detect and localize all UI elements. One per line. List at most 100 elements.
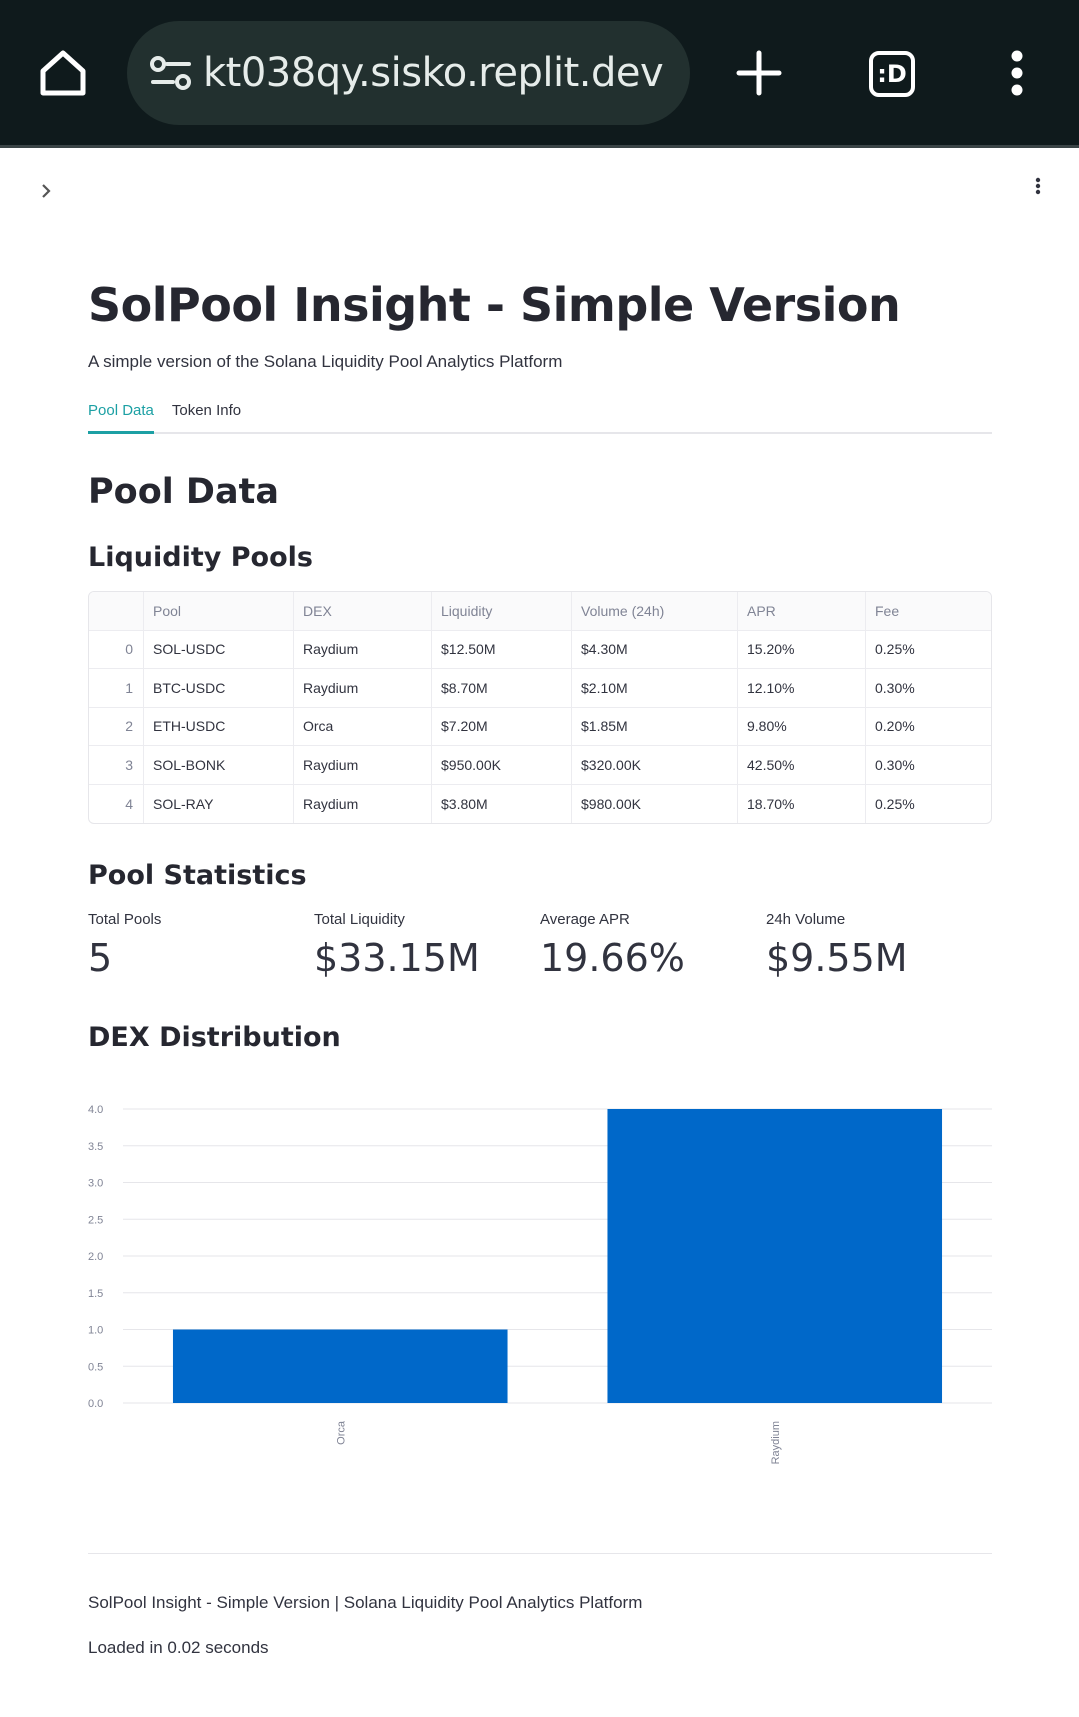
table-cell[interactable]: SOL-USDC [144, 630, 294, 669]
table-cell[interactable]: 3 [89, 746, 144, 785]
main-content: SolPool Insight - Simple Version A simpl… [88, 270, 992, 1053]
table-cell[interactable]: Raydium [294, 669, 432, 708]
y-tick-label: 3.0 [88, 1178, 103, 1190]
table-cell[interactable]: Raydium [294, 746, 432, 785]
browser-toolbar: kt038qy.sisko.replit.dev :D [0, 0, 1079, 148]
table-cell[interactable]: $8.70M [432, 669, 572, 708]
metric-value: $9.55M [766, 936, 908, 980]
table-cell[interactable]: 15.20% [738, 630, 866, 669]
table-cell[interactable]: 2 [89, 707, 144, 746]
table-cell[interactable]: Orca [294, 707, 432, 746]
table-cell[interactable]: $1.85M [572, 707, 738, 746]
table-cell[interactable]: 12.10% [738, 669, 866, 708]
y-tick-label: 3.5 [88, 1141, 103, 1153]
pool-data-heading: Pool Data [88, 472, 279, 512]
metric-value: $33.15M [314, 936, 480, 980]
table-cell[interactable]: $980.00K [572, 784, 738, 823]
table-cell[interactable]: $950.00K [432, 746, 572, 785]
browser-menu-icon[interactable] [1002, 44, 1032, 102]
url-text[interactable]: kt038qy.sisko.replit.dev [203, 50, 663, 96]
page-subtitle: A simple version of the Solana Liquidity… [88, 352, 563, 371]
app-menu-icon[interactable] [1028, 174, 1048, 198]
table-cell[interactable]: $2.10M [572, 669, 738, 708]
table-cell[interactable]: BTC-USDC [144, 669, 294, 708]
table-cell[interactable]: $12.50M [432, 630, 572, 669]
table-cell[interactable]: 4 [89, 784, 144, 823]
footer-divider [88, 1553, 992, 1554]
metric-average-apr: Average APR 19.66% [540, 911, 766, 980]
table-cell[interactable]: $3.80M [432, 784, 572, 823]
table-cell[interactable]: 1 [89, 669, 144, 708]
metric-total-liquidity: Total Liquidity $33.15M [314, 911, 540, 980]
table-row: 1 BTC-USDC Raydium $8.70M $2.10M 12.10% … [89, 669, 991, 708]
metric-label: Average APR [540, 911, 630, 928]
metric-total-pools: Total Pools 5 [88, 911, 314, 980]
table-cell[interactable]: 0.25% [866, 785, 991, 824]
metric-label: Total Liquidity [314, 911, 405, 928]
table-row: 4 SOL-RAY Raydium $3.80M $980.00K 18.70%… [89, 784, 991, 824]
y-tick-label: 1.5 [88, 1288, 103, 1300]
table-cell[interactable]: 0.30% [866, 669, 991, 708]
column-header-liquidity[interactable]: Liquidity [432, 592, 572, 631]
table-cell[interactable]: 9.80% [738, 707, 866, 746]
footer-text: SolPool Insight - Simple Version | Solan… [88, 1593, 643, 1612]
pool-statistics-heading: Pool Statistics [88, 860, 307, 891]
tab-pool-data[interactable]: Pool Data [88, 402, 154, 434]
table-cell[interactable]: $320.00K [572, 746, 738, 785]
metric-label: Total Pools [88, 911, 162, 928]
column-header-index[interactable] [89, 592, 144, 631]
new-tab-icon[interactable] [730, 44, 788, 102]
site-settings-icon[interactable] [147, 49, 195, 97]
sidebar-expand-chevron-icon[interactable] [34, 176, 58, 206]
tab-switcher-button[interactable]: :D [864, 46, 920, 102]
table-row: 2 ETH-USDC Orca $7.20M $1.85M 9.80% 0.20… [89, 707, 991, 746]
x-tick-label: Orca [335, 1420, 347, 1445]
y-tick-label: 0.5 [88, 1361, 103, 1373]
y-tick-label: 2.0 [88, 1251, 103, 1263]
table-cell[interactable]: 18.70% [738, 784, 866, 823]
table-cell[interactable]: 0.30% [866, 746, 991, 785]
metric-value: 5 [88, 936, 113, 980]
liquidity-pools-heading: Liquidity Pools [88, 542, 313, 573]
table-cell[interactable]: 42.50% [738, 746, 866, 785]
table-cell[interactable]: $7.20M [432, 707, 572, 746]
column-header-dex[interactable]: DEX [294, 592, 432, 631]
y-tick-label: 4.0 [88, 1104, 103, 1116]
table-cell[interactable]: Raydium [294, 784, 432, 823]
bar-orca[interactable] [172, 1329, 508, 1404]
address-bar[interactable]: kt038qy.sisko.replit.dev [127, 21, 690, 125]
column-header-apr[interactable]: APR [738, 592, 866, 631]
y-tick-label: 0.0 [88, 1398, 103, 1410]
column-header-volume[interactable]: Volume (24h) [572, 592, 738, 631]
y-tick-label: 1.0 [88, 1325, 103, 1337]
table-cell[interactable]: SOL-BONK [144, 746, 294, 785]
table-header-row: Pool DEX Liquidity Volume (24h) APR Fee [89, 592, 991, 631]
pools-table[interactable]: Pool DEX Liquidity Volume (24h) APR Fee … [88, 591, 992, 824]
home-icon[interactable] [34, 44, 92, 102]
load-time-text: Loaded in 0.02 seconds [88, 1638, 269, 1657]
table-cell[interactable]: ETH-USDC [144, 707, 294, 746]
dex-distribution-heading: DEX Distribution [88, 1022, 341, 1053]
metric-24h-volume: 24h Volume $9.55M [766, 911, 992, 980]
x-tick-label: Raydium [770, 1421, 782, 1464]
page-title: SolPool Insight - Simple Version [88, 278, 901, 332]
table-cell[interactable]: SOL-RAY [144, 784, 294, 823]
dex-distribution-chart[interactable]: 0.0 0.5 1.0 1.5 2.0 2.5 3.0 3.5 4.0 Orca Raydium [88, 1100, 992, 1480]
metric-value: 19.66% [540, 936, 685, 980]
table-row: 3 SOL-BONK Raydium $950.00K $320.00K 42.… [89, 746, 991, 785]
tab-switcher-label: :D [877, 60, 907, 88]
table-cell[interactable]: 0 [89, 630, 144, 669]
bar-raydium[interactable] [607, 1109, 943, 1403]
tab-bar: Pool Data Token Info [88, 402, 992, 434]
tab-token-info[interactable]: Token Info [172, 402, 241, 432]
column-header-pool[interactable]: Pool [144, 592, 294, 631]
table-cell[interactable]: 0.25% [866, 631, 991, 669]
metric-label: 24h Volume [766, 911, 846, 928]
chart-svg: 0.0 0.5 1.0 1.5 2.0 2.5 3.0 3.5 4.0 Orca Raydium [88, 1104, 992, 1464]
metrics-row: Total Pools 5 Total Liquidity $33.15M Av… [88, 911, 992, 980]
table-cell[interactable]: $4.30M [572, 630, 738, 669]
table-cell[interactable]: Raydium [294, 630, 432, 669]
y-tick-label: 2.5 [88, 1214, 103, 1226]
table-cell[interactable]: 0.20% [866, 708, 991, 746]
column-header-fee[interactable]: Fee [866, 592, 991, 631]
